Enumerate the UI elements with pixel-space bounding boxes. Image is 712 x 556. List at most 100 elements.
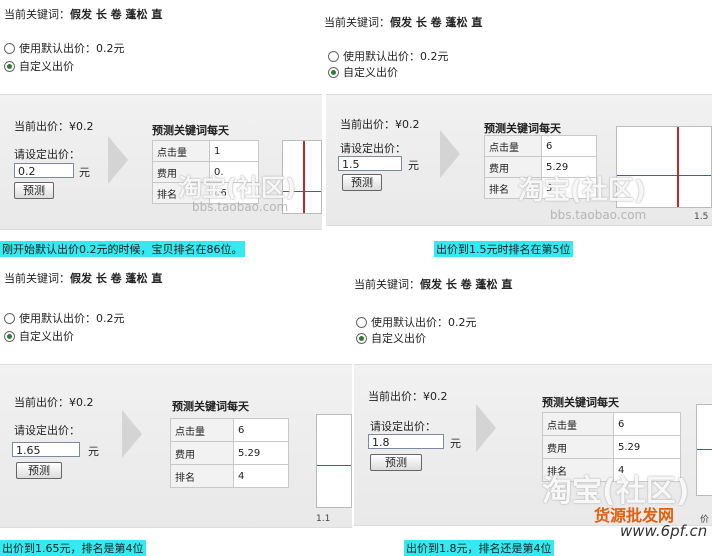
bid-input[interactable]: 1.5 [338, 156, 402, 171]
cost-key: 费用 [542, 435, 614, 459]
radio-custom-label: 自定义出价 [371, 332, 426, 345]
predict-title: 预测关键词每天 [152, 124, 229, 137]
chart-marker [677, 127, 679, 207]
cost-value: 5.29 [613, 435, 681, 459]
radio-custom-label: 自定义出价 [19, 60, 74, 73]
radio-custom-price[interactable]: 自定义出价 [4, 328, 74, 344]
chart-marker [303, 141, 305, 213]
cost-key: 费用 [170, 441, 234, 465]
radio-default-price[interactable]: 使用默认出价：0.2元 [4, 310, 125, 326]
radio-button[interactable] [356, 316, 367, 328]
predict-button[interactable]: 预测 [342, 174, 382, 191]
predict-button[interactable]: 预测 [370, 454, 422, 471]
predict-title: 预测关键词每天 [484, 122, 561, 135]
table-row: 排名 4 [170, 464, 289, 488]
unit-label: 元 [408, 159, 419, 172]
predict-table: 点击量 6 费用 5.29 排名 4 [170, 418, 289, 488]
set-bid-label: 请设定出价： [370, 420, 436, 433]
arrow-shape [476, 404, 496, 452]
predict-button[interactable]: 预测 [16, 462, 62, 479]
unit-label: 元 [450, 437, 461, 450]
current-bid-label: 当前出价：¥0.2 [340, 118, 420, 131]
keyword-line: 当前关键词：假发 长 卷 蓬松 直 [324, 14, 482, 30]
predict-title: 预测关键词每天 [172, 400, 249, 413]
clicks-value: 6 [233, 418, 289, 442]
chart-line [697, 449, 712, 450]
current-bid-label: 当前出价：¥0.2 [14, 120, 94, 133]
keyword-value: 假发 长 卷 蓬松 直 [420, 278, 513, 291]
cost-value: 5.29 [233, 441, 289, 465]
radio-button-selected[interactable] [4, 60, 15, 72]
keyword-value: 假发 长 卷 蓬松 直 [70, 272, 163, 285]
chart-tick: 1.5 [694, 212, 709, 222]
keyword-value: 假发 长 卷 蓬松 直 [70, 8, 163, 21]
table-row: 点击量 1 [152, 140, 259, 162]
set-bid-label: 请设定出价： [14, 148, 80, 161]
radio-custom-label: 自定义出价 [343, 66, 398, 79]
caption: 出价到1.8元，排名还是第4位 [404, 540, 554, 556]
unit-label: 元 [88, 445, 99, 458]
caption: 出价到1.5元时排名在第5位 [434, 241, 573, 257]
clicks-value: 6 [541, 135, 597, 157]
rank-value: 4 [233, 464, 289, 488]
radio-custom-price[interactable]: 自定义出价 [356, 330, 426, 346]
current-bid-label: 当前出价：¥0.2 [368, 390, 448, 403]
predict-button[interactable]: 预测 [14, 182, 54, 199]
radio-button-selected[interactable] [356, 332, 367, 344]
radio-default-label: 使用默认出价：0.2元 [19, 42, 125, 55]
brand-url: www.6pf.cn [620, 522, 708, 540]
clicks-key: 点击量 [542, 412, 614, 436]
bid-input[interactable]: 1.65 [12, 442, 80, 457]
watermark: 淘宝(社区) [178, 174, 296, 202]
clicks-key: 点击量 [152, 140, 210, 162]
arrow-shape [108, 136, 128, 184]
caption: 出价到1.65元，排名是第4位 [0, 540, 146, 556]
clicks-value: 6 [613, 412, 681, 436]
keyword-value: 假发 长 卷 蓬松 直 [390, 16, 483, 29]
keyword-line: 当前关键词：假发 长 卷 蓬松 直 [4, 6, 162, 22]
chart-tick: 1.1 [316, 514, 331, 524]
radio-button[interactable] [4, 42, 15, 54]
bid-input[interactable]: 1.8 [368, 434, 444, 449]
keyword-line: 当前关键词：假发 长 卷 蓬松 直 [354, 276, 512, 292]
rank-key: 排名 [170, 464, 234, 488]
predict-chart [316, 414, 352, 508]
arrow-shape [122, 410, 142, 458]
unit-label: 元 [79, 166, 90, 179]
current-bid-label: 当前出价：¥0.2 [14, 396, 94, 409]
table-row: 点击量 6 [484, 135, 597, 157]
caption: 刚开始默认出价0.2元的时候，宝贝排名在86位。 [0, 241, 245, 257]
radio-default-price[interactable]: 使用默认出价：0.2元 [328, 48, 449, 64]
bid-input[interactable]: 0.2 [14, 163, 74, 178]
table-row: 费用 5.29 [542, 435, 681, 459]
panel-2: 当前关键词：假发 长 卷 蓬松 直 使用默认出价：0.2元 自定义出价 当前出价… [322, 0, 712, 258]
panel-3: 当前关键词：假发 长 卷 蓬松 直 使用默认出价：0.2元 自定义出价 当前出价… [0, 262, 352, 556]
set-bid-label: 请设定出价： [340, 142, 406, 155]
keyword-label: 当前关键词： [354, 278, 420, 291]
keyword-line: 当前关键词：假发 长 卷 蓬松 直 [4, 270, 162, 286]
predict-chart [696, 404, 712, 496]
table-row: 费用 5.29 [170, 441, 289, 465]
predict-title: 预测关键词每天 [542, 396, 619, 409]
radio-default-price[interactable]: 使用默认出价：0.2元 [356, 314, 477, 330]
panel-4: 当前关键词：假发 长 卷 蓬松 直 使用默认出价：0.2元 自定义出价 当前出价… [352, 262, 712, 556]
watermark-url: bbs.taobao.com [550, 208, 647, 222]
radio-custom-price[interactable]: 自定义出价 [4, 58, 74, 74]
keyword-label: 当前关键词： [324, 16, 390, 29]
radio-custom-label: 自定义出价 [19, 330, 74, 343]
watermark-url: bbs.taobao.com [192, 200, 289, 214]
radio-default-label: 使用默认出价：0.2元 [19, 312, 125, 325]
radio-custom-price[interactable]: 自定义出价 [328, 64, 398, 80]
radio-button[interactable] [4, 312, 15, 324]
radio-button-selected[interactable] [4, 330, 15, 342]
set-bid-label: 请设定出价： [14, 424, 80, 437]
panel-1: 当前关键词：假发 长 卷 蓬松 直 使用默认出价：0.2元 自定义出价 当前出价… [0, 0, 322, 258]
radio-button-selected[interactable] [328, 66, 339, 78]
radio-default-label: 使用默认出价：0.2元 [343, 50, 449, 63]
clicks-key: 点击量 [170, 418, 234, 442]
clicks-value: 1 [209, 140, 259, 162]
radio-default-price[interactable]: 使用默认出价：0.2元 [4, 40, 125, 56]
radio-button[interactable] [328, 50, 339, 62]
arrow-shape [440, 130, 460, 178]
watermark: 淘宝(社区) [518, 176, 646, 206]
